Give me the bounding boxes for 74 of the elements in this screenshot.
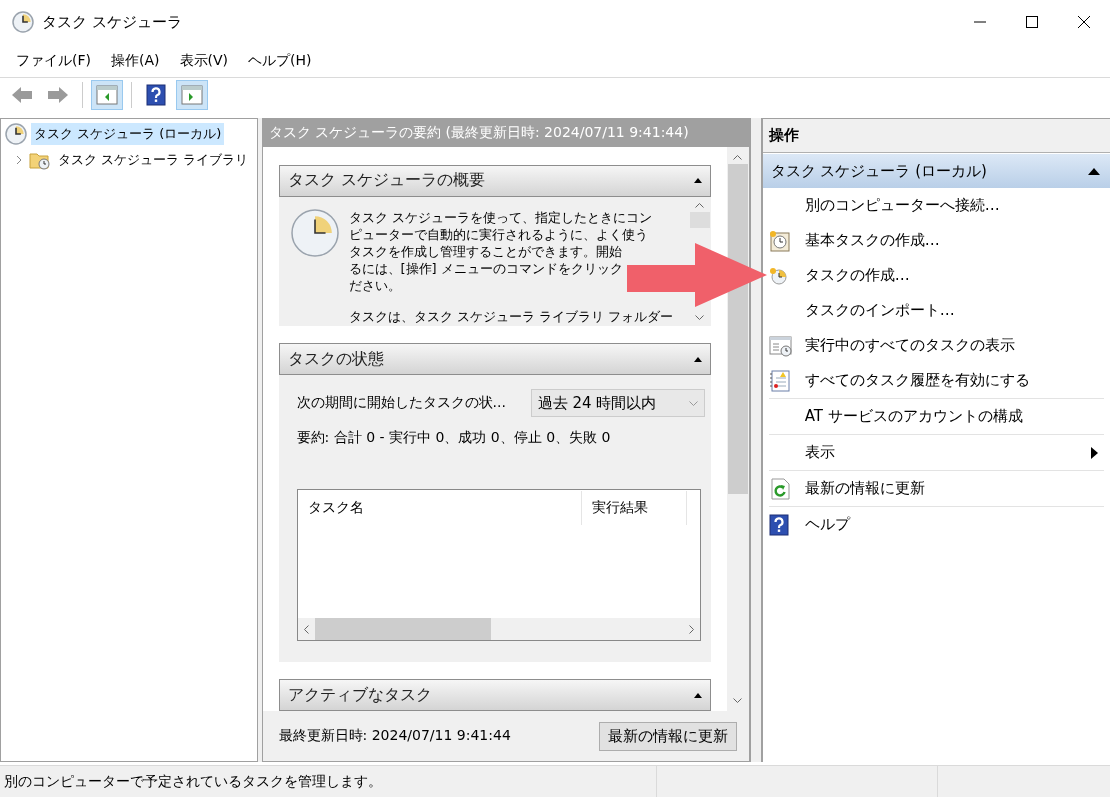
clock-icon — [12, 11, 34, 33]
collapse-triangle-icon[interactable] — [693, 692, 702, 698]
action-item[interactable]: 表示 — [804, 443, 1091, 462]
section-title: タスク スケジューラの概要 — [287, 170, 485, 192]
scroll-up-icon[interactable] — [733, 155, 743, 160]
task-list-clock-icon — [768, 334, 793, 357]
dropdown-value: 過去 24 時間以内 — [537, 393, 657, 413]
action-item[interactable]: 最新の情報に更新 — [804, 479, 1104, 498]
folder-clock-icon — [29, 150, 51, 170]
pane-toggle-icon — [181, 85, 203, 105]
menu-item[interactable]: 操作(A) — [101, 51, 170, 70]
filter-label: 次の期間に開始したタスクの状... — [296, 394, 506, 413]
clock-icon — [768, 266, 787, 285]
clock-icon — [290, 208, 339, 257]
section-header[interactable]: タスクの状態 — [278, 343, 711, 376]
scroll-left-icon[interactable] — [303, 624, 309, 634]
pane-toggle-icon — [96, 85, 118, 105]
overview-text-line: タスクを作成し管理することができます。開始 — [348, 242, 622, 260]
action-item[interactable]: 基本タスクの作成… — [804, 231, 1104, 250]
scroll-down-icon[interactable] — [695, 315, 705, 321]
scrollbar-thumb[interactable] — [727, 164, 748, 494]
action-item[interactable]: タスクの作成… — [804, 266, 1104, 285]
scrollbar-thumb[interactable] — [689, 211, 710, 228]
refresh-button[interactable]: 最新の情報に更新 — [598, 721, 737, 751]
scroll-right-icon[interactable] — [688, 624, 694, 634]
overview-text-line: タスク スケジューラを使って、指定したときにコン — [348, 208, 652, 226]
pane-title: 操作 — [762, 119, 1110, 153]
tree-item[interactable]: タスク スケジューラ (ローカル) — [31, 123, 225, 145]
forward-arrow-icon — [47, 86, 69, 104]
tree-item[interactable]: タスク スケジューラ ライブラリ — [55, 149, 252, 171]
period-dropdown[interactable]: 過去 24 時間以内 — [530, 389, 705, 418]
collapse-triangle-icon[interactable] — [693, 178, 702, 184]
action-item[interactable]: 実行中のすべてのタスクの表示 — [804, 336, 1104, 355]
menu-item[interactable]: ヘルプ(H) — [238, 51, 322, 70]
maximize-icon[interactable] — [1026, 16, 1038, 28]
help-icon — [768, 513, 789, 536]
scrollbar-thumb[interactable] — [314, 618, 491, 641]
section-header[interactable]: タスク スケジューラの概要 — [278, 165, 711, 197]
action-item[interactable]: タスクのインポート… — [804, 301, 1104, 320]
refresh-icon — [768, 477, 791, 500]
back-arrow-icon — [11, 86, 33, 104]
collapse-triangle-icon[interactable] — [1088, 167, 1100, 175]
menu-item[interactable]: 表示(V) — [169, 51, 238, 70]
calendar-clock-icon — [768, 229, 791, 252]
column-header[interactable]: 実行結果 — [581, 491, 687, 526]
collapse-triangle-icon[interactable] — [693, 356, 702, 362]
action-item[interactable]: AT サービスのアカウントの構成 — [804, 407, 1104, 426]
dropdown-caret-icon — [688, 400, 698, 406]
chevron-icon[interactable] — [15, 155, 23, 165]
group-title: タスク スケジューラ (ローカル) — [770, 161, 987, 181]
window-title: タスク スケジューラ — [42, 12, 183, 32]
group-header[interactable]: タスク スケジューラ (ローカル) — [762, 154, 1110, 188]
scroll-down-icon[interactable] — [733, 698, 743, 703]
action-item[interactable]: 別のコンピューターへ接続… — [804, 196, 1104, 215]
overview-text-line: ださい。 — [348, 276, 401, 294]
close-icon[interactable] — [1078, 16, 1090, 28]
notebook-icon — [768, 369, 791, 392]
overview-text-line: るには、[操作] メニューのコマンドをクリック — [348, 259, 623, 277]
status-text: 別のコンピューターで予定されているタスクを管理します。 — [0, 766, 657, 797]
section-title: アクティブなタスク — [287, 684, 432, 706]
clock-icon — [5, 123, 27, 145]
column-header[interactable]: タスク名 — [297, 491, 582, 526]
help-icon — [146, 84, 166, 106]
menu-item[interactable]: ファイル(F) — [6, 51, 101, 70]
section-header[interactable]: アクティブなタスク — [278, 679, 711, 711]
action-item[interactable]: ヘルプ — [804, 515, 1104, 534]
summary-totals: 要約: 合計 0 - 実行中 0、成功 0、停止 0、失敗 0 — [296, 429, 612, 448]
overview-text-line: タスクは、タスク スケジューラ ライブラリ フォルダー — [348, 307, 673, 325]
action-item[interactable]: すべてのタスク履歴を有効にする — [804, 371, 1104, 390]
overview-text-line: ピューターで自動的に実行されるように、よく使う — [348, 225, 648, 243]
pane-header: タスク スケジューラの要約 (最終更新日時: 2024/07/11 9:41:44) — [262, 119, 749, 147]
section-title: タスクの状態 — [287, 348, 384, 370]
last-updated-text: 最終更新日時: 2024/07/11 9:41:44 — [278, 727, 511, 745]
scroll-up-icon[interactable] — [695, 202, 705, 208]
